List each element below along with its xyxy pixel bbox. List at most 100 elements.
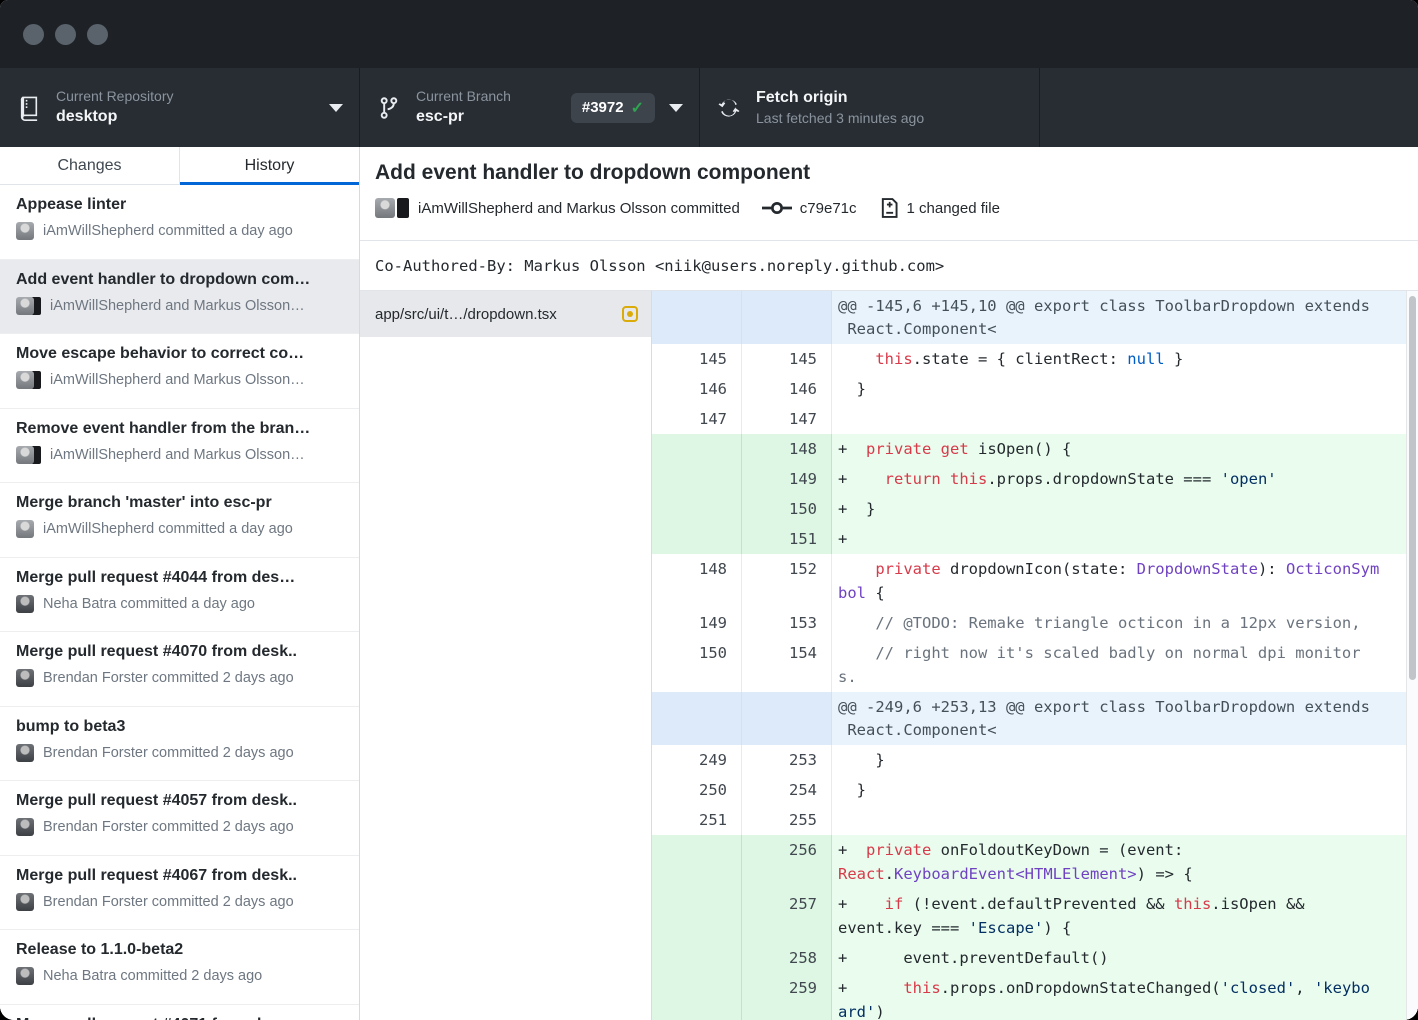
avatar: [16, 967, 34, 985]
commit-item-byline: Brendan Forster committed 2 days ago: [16, 893, 343, 911]
diff-line-content: + private onFoldoutKeyDown = (event:Reac…: [832, 835, 1418, 889]
code-visual-line: [838, 407, 1418, 431]
branch-dropdown[interactable]: Current Branch esc-pr #3972 ✓: [360, 68, 700, 147]
diff-scrollbar[interactable]: [1406, 291, 1418, 1020]
fetch-title: Fetch origin: [756, 88, 924, 108]
diff-line-content: // @TODO: Remake triangle octicon in a 1…: [832, 608, 1418, 638]
code-visual-line: React.Component<: [838, 318, 1418, 341]
old-line-number: [652, 835, 742, 889]
commit-item-byline-text: iAmWillShepherd and Markus Olsson…: [50, 298, 305, 314]
diff-line-content: @@ -249,6 +253,13 @@ export class Toolba…: [832, 692, 1418, 745]
diff-line-row: 258+ event.preventDefault(): [652, 943, 1418, 973]
avatar: [16, 893, 34, 911]
sidebar-tabs: Changes History: [0, 147, 359, 185]
commit-title: Add event handler to dropdown component: [375, 161, 1418, 185]
committer-avatars: [16, 446, 41, 464]
commit-list-item[interactable]: Merge pull request #4071 from des…: [0, 1005, 359, 1020]
commit-item-byline-text: Brendan Forster committed 2 days ago: [43, 819, 294, 835]
new-line-number: 153: [742, 608, 832, 638]
close-window-button[interactable]: [23, 24, 44, 45]
commit-list-item[interactable]: Merge branch 'master' into esc-priAmWill…: [0, 483, 359, 558]
diff-line-content: this.state = { clientRect: null }: [832, 344, 1418, 374]
git-commit-icon: [762, 200, 792, 216]
code-visual-line: }: [838, 778, 1418, 802]
branch-name: esc-pr: [416, 107, 511, 127]
committer-avatars: [16, 297, 41, 315]
commit-list-item[interactable]: Add event handler to dropdown com…iAmWil…: [0, 260, 359, 335]
commit-item-byline-text: iAmWillShepherd committed a day ago: [43, 223, 293, 239]
git-branch-icon: [376, 94, 402, 122]
new-line-number: 257: [742, 889, 832, 943]
new-line-number: 258: [742, 943, 832, 973]
commit-item-title: Merge pull request #4067 from desk..: [16, 867, 343, 885]
commit-list-item[interactable]: bump to beta3Brendan Forster committed 2…: [0, 707, 359, 782]
commit-item-title: bump to beta3: [16, 718, 343, 736]
old-line-number: 148: [652, 554, 742, 608]
code-visual-line: @@ -249,6 +253,13 @@ export class Toolba…: [838, 696, 1418, 719]
diff-line-row: 147147: [652, 404, 1418, 434]
commit-list-item[interactable]: Merge pull request #4070 from desk..Bren…: [0, 632, 359, 707]
code-visual-line: event.key === 'Escape') {: [838, 916, 1418, 940]
avatar: [16, 446, 34, 464]
toolbar-empty: [1040, 68, 1418, 147]
commit-detail: Add event handler to dropdown component …: [360, 147, 1418, 1020]
commit-list-item[interactable]: Merge pull request #4044 from des…Neha B…: [0, 558, 359, 633]
committer-avatars: [16, 371, 41, 389]
diff-line-row: 150+ }: [652, 494, 1418, 524]
commit-sha[interactable]: c79e71c: [800, 200, 857, 217]
commit-list-item[interactable]: Appease linteriAmWillShepherd committed …: [0, 185, 359, 260]
minimize-window-button[interactable]: [55, 24, 76, 45]
tab-changes[interactable]: Changes: [0, 147, 179, 184]
old-line-number: 145: [652, 344, 742, 374]
code-visual-line: + private onFoldoutKeyDown = (event:: [838, 838, 1418, 862]
diff-line-row: 250254 }: [652, 775, 1418, 805]
diff-line-content: }: [832, 745, 1418, 775]
changed-files-count: 1 changed file: [907, 200, 1000, 217]
avatar: [16, 595, 34, 613]
pr-number: #3972: [582, 99, 624, 116]
avatar: [16, 222, 34, 240]
code-visual-line: + private get isOpen() {: [838, 437, 1418, 461]
commit-item-byline: Brendan Forster committed 2 days ago: [16, 669, 343, 687]
commit-item-title: Merge pull request #4044 from des…: [16, 569, 343, 587]
code-visual-line: private dropdownIcon(state: DropdownStat…: [838, 557, 1418, 581]
new-line-number: 148: [742, 434, 832, 464]
diff-line-content: + }: [832, 494, 1418, 524]
commit-list-item[interactable]: Merge pull request #4057 from desk..Bren…: [0, 781, 359, 856]
commit-list-item[interactable]: Remove event handler from the bran…iAmWi…: [0, 409, 359, 484]
code-visual-line: ard'): [838, 1000, 1418, 1020]
code-visual-line: this.state = { clientRect: null }: [838, 347, 1418, 371]
file-row[interactable]: app/src/ui/t…/dropdown.tsx: [360, 291, 651, 337]
code-visual-line: @@ -145,6 +145,10 @@ export class Toolba…: [838, 295, 1418, 318]
diff-line-content: }: [832, 775, 1418, 805]
code-visual-line: +: [838, 527, 1418, 551]
diff-line-row: 145145 this.state = { clientRect: null }: [652, 344, 1418, 374]
code-visual-line: // right now it's scaled badly on normal…: [838, 641, 1418, 665]
code-visual-line: + event.preventDefault(): [838, 946, 1418, 970]
old-line-number: 147: [652, 404, 742, 434]
new-line-number: 146: [742, 374, 832, 404]
diff-line-content: + private get isOpen() {: [832, 434, 1418, 464]
diff-line-content: private dropdownIcon(state: DropdownStat…: [832, 554, 1418, 608]
old-line-number: 146: [652, 374, 742, 404]
pr-status-badge[interactable]: #3972 ✓: [571, 93, 655, 123]
avatar: [16, 520, 34, 538]
commit-list-item[interactable]: Merge pull request #4067 from desk.. Bren…: [0, 856, 359, 931]
old-line-number: [652, 889, 742, 943]
old-line-number: [652, 434, 742, 464]
diff-line-row: 259+ this.props.onDropdownStateChanged('…: [652, 973, 1418, 1020]
diff-line-row: 151+: [652, 524, 1418, 554]
avatar: [16, 818, 34, 836]
changed-files-panel: app/src/ui/t…/dropdown.tsx: [360, 291, 652, 1020]
diff-scrollbar-thumb[interactable]: [1409, 296, 1416, 680]
code-visual-line: }: [838, 748, 1418, 772]
fetch-origin-button[interactable]: Fetch origin Last fetched 3 minutes ago: [700, 68, 1040, 147]
tab-history[interactable]: History: [179, 147, 359, 184]
new-line-number: 151: [742, 524, 832, 554]
old-line-number: [652, 943, 742, 973]
repository-dropdown[interactable]: Current Repository desktop: [0, 68, 360, 147]
zoom-window-button[interactable]: [87, 24, 108, 45]
commit-item-title: Remove event handler from the bran…: [16, 420, 343, 438]
commit-list-item[interactable]: Release to 1.1.0-beta2Neha Batra committ…: [0, 930, 359, 1005]
commit-list-item[interactable]: Move escape behavior to correct co…iAmWi…: [0, 334, 359, 409]
